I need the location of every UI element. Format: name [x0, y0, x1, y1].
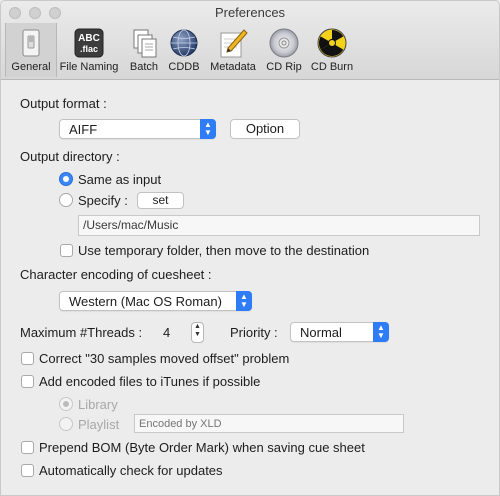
switch-icon [15, 27, 47, 59]
window-title: Preferences [214, 5, 286, 20]
correct-offset-label: Correct "30 samples moved offset" proble… [39, 351, 290, 366]
output-format-label: Output format : [20, 96, 107, 111]
tab-general[interactable]: General [5, 23, 57, 77]
output-directory-label: Output directory : [20, 149, 120, 164]
prepend-bom-checkbox[interactable] [21, 441, 34, 454]
playlist-name-field[interactable] [134, 414, 404, 433]
pencil-icon [217, 27, 249, 59]
tab-cd-burn-label: CD Burn [310, 61, 354, 73]
tab-cddb[interactable]: CDDB [165, 23, 203, 77]
playlist-label: Playlist [78, 417, 120, 432]
globe-icon [168, 27, 200, 59]
set-button[interactable]: set [137, 192, 184, 209]
max-threads-value[interactable]: 4 [163, 325, 170, 340]
output-format-select[interactable]: AIFF ▲ ▼ [59, 119, 216, 139]
library-radio[interactable] [59, 397, 73, 411]
tab-batch[interactable]: Batch [125, 23, 163, 77]
documents-icon [128, 27, 160, 59]
chevron-updown-icon: ▲ ▼ [200, 119, 216, 139]
char-encoding-value: Western (Mac OS Roman) [69, 294, 222, 309]
tab-metadata-label: Metadata [210, 61, 256, 73]
tab-cddb-label: CDDB [168, 61, 200, 73]
auto-update-label: Automatically check for updates [39, 463, 223, 478]
abc-flac-icon: ABC .flac [73, 27, 105, 59]
tab-general-label: General [11, 61, 51, 73]
radiation-icon [316, 27, 348, 59]
add-itunes-checkbox[interactable] [21, 375, 34, 388]
temp-folder-label: Use temporary folder, then move to the d… [78, 243, 370, 258]
char-encoding-select[interactable]: Western (Mac OS Roman) ▲ ▼ [59, 291, 252, 311]
same-as-input-radio[interactable] [59, 172, 73, 186]
tab-batch-label: Batch [129, 61, 159, 73]
max-threads-label: Maximum #Threads : [20, 325, 143, 340]
add-itunes-label: Add encoded files to iTunes if possible [39, 374, 261, 389]
option-button[interactable]: Option [230, 119, 300, 139]
chevron-updown-icon: ▲ ▼ [236, 291, 252, 311]
preferences-window: Preferences General ABC .flac File Namin… [0, 0, 500, 496]
priority-select[interactable]: Normal ▲ ▼ [290, 322, 389, 342]
svg-text:.flac: .flac [80, 44, 98, 54]
same-as-input-label: Same as input [78, 172, 162, 187]
chevron-updown-icon: ▲ ▼ [373, 322, 389, 342]
output-format-value: AIFF [69, 122, 98, 137]
library-label: Library [78, 397, 118, 412]
tab-file-naming-label: File Naming [59, 61, 119, 73]
toolbar: Preferences General ABC .flac File Namin… [1, 1, 499, 80]
priority-value: Normal [300, 325, 342, 340]
svg-text:ABC: ABC [78, 33, 100, 44]
correct-offset-checkbox[interactable] [21, 352, 34, 365]
cd-icon [268, 27, 300, 59]
tab-cd-rip-label: CD Rip [266, 61, 302, 73]
specify-label: Specify : [78, 193, 128, 208]
tab-cd-rip[interactable]: CD Rip [263, 23, 305, 77]
priority-label: Priority : [230, 325, 278, 340]
specify-radio[interactable] [59, 193, 73, 207]
auto-update-checkbox[interactable] [21, 464, 34, 477]
temp-folder-checkbox[interactable] [60, 244, 73, 257]
tab-file-naming[interactable]: ABC .flac File Naming [57, 23, 121, 77]
char-encoding-label: Character encoding of cuesheet : [20, 267, 212, 282]
directory-path-field[interactable]: /Users/mac/Music [78, 215, 480, 236]
playlist-radio[interactable] [59, 417, 73, 431]
threads-stepper[interactable]: ▲ ▼ [191, 322, 204, 343]
tab-cd-burn[interactable]: CD Burn [308, 23, 356, 77]
tab-metadata[interactable]: Metadata [206, 23, 260, 77]
prepend-bom-label: Prepend BOM (Byte Order Mark) when savin… [39, 440, 365, 455]
